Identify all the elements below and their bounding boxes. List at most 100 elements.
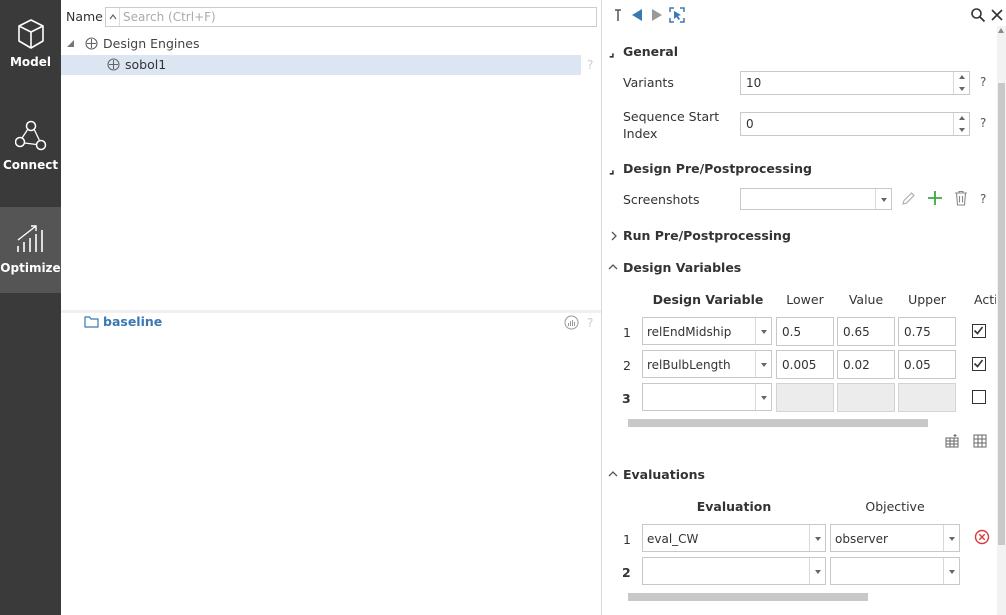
nav-optimize-label: Optimize <box>0 261 61 275</box>
eval-header-evaluation: Evaluation <box>696 499 772 514</box>
back-arrow-icon[interactable] <box>631 8 643 22</box>
nav-optimize[interactable]: Optimize <box>0 207 61 293</box>
engine-icon <box>107 58 120 71</box>
screenshots-label: Screenshots <box>623 192 700 207</box>
collapse-chevron-up-icon[interactable] <box>608 263 618 271</box>
dv-upper-input[interactable]: 0.75 <box>898 317 956 346</box>
dv-header-active: Acti <box>974 292 996 307</box>
checkmark-icon <box>973 359 984 368</box>
dv-value-input[interactable]: 0.65 <box>837 317 895 346</box>
folder-baseline-link[interactable]: baseline <box>103 314 162 329</box>
evaluation-dropdown[interactable]: eval_CW <box>642 524 826 552</box>
spinner-arrows-icon[interactable] <box>953 72 969 94</box>
objective-dropdown[interactable] <box>830 557 960 585</box>
help-icon[interactable]: ? <box>980 192 986 206</box>
remove-circle-x-icon[interactable] <box>974 529 990 545</box>
sidebar: Model Connect Optimize <box>0 0 61 615</box>
focus-select-icon[interactable] <box>669 7 685 23</box>
screenshots-dropdown[interactable] <box>740 188 892 210</box>
nav-connect[interactable]: Connect <box>0 104 61 190</box>
scroll-up-arrow-icon[interactable] <box>998 28 1004 33</box>
dv-name-value: relBulbLength <box>647 358 731 372</box>
help-icon[interactable]: ? <box>980 116 986 130</box>
evaluation-value: eval_CW <box>647 532 699 546</box>
dv-row-number: 3 <box>622 391 631 406</box>
dv-row-number: 1 <box>623 325 631 340</box>
table-columns-icon[interactable] <box>972 433 988 449</box>
variants-value: 10 <box>746 76 762 90</box>
dv-horizontal-scrollbar[interactable] <box>628 419 928 427</box>
close-icon[interactable] <box>991 9 1003 21</box>
vertical-scrollbar[interactable] <box>997 26 1006 615</box>
dv-header-design-variable: Design Variable <box>652 292 764 307</box>
dv-lower-input-disabled <box>776 383 834 412</box>
spinner-arrows-icon[interactable] <box>953 113 969 135</box>
chevron-down-icon[interactable] <box>755 384 771 410</box>
general-collapse-icon[interactable]: ⌟ <box>609 44 615 59</box>
search-input[interactable]: Search (Ctrl+F) <box>123 10 216 24</box>
expand-triangle-icon[interactable] <box>66 39 75 48</box>
dv-upper-input-disabled <box>898 383 956 412</box>
help-icon[interactable]: ? <box>587 316 593 330</box>
dv-value-input[interactable]: 0.02 <box>837 350 895 379</box>
expand-chevron-right-icon[interactable] <box>610 231 618 241</box>
search-box[interactable]: Search (Ctrl+F) <box>105 7 597 27</box>
scrollbar-thumb[interactable] <box>998 83 1005 545</box>
chevron-down-icon[interactable] <box>875 189 891 209</box>
dv-active-checkbox[interactable] <box>972 324 986 338</box>
section-run-pre-postprocessing[interactable]: Run Pre/Postprocessing <box>623 228 791 243</box>
dv-active-checkbox[interactable] <box>972 390 986 404</box>
dv-name-dropdown[interactable]: relEndMidship <box>642 317 772 345</box>
search-icon[interactable] <box>970 7 986 23</box>
nav-model-label: Model <box>9 55 52 69</box>
dv-name-dropdown[interactable]: relBulbLength <box>642 350 772 378</box>
tree-panel: Name Search (Ctrl+F) Design Engines sobo… <box>61 0 601 310</box>
sequence-start-label-line2: Index <box>623 126 658 141</box>
chevron-down-icon[interactable] <box>755 318 771 344</box>
eval-row-number: 2 <box>622 565 631 580</box>
section-general[interactable]: General <box>623 44 678 59</box>
dv-name-value: relEndMidship <box>647 325 732 339</box>
checkmark-icon <box>973 326 984 335</box>
insert-row-icon[interactable] <box>944 433 960 449</box>
add-plus-icon[interactable] <box>927 190 943 206</box>
delete-trash-icon[interactable] <box>954 190 968 206</box>
dv-upper-input[interactable]: 0.05 <box>898 350 956 379</box>
chevron-down-icon[interactable] <box>809 558 825 584</box>
dv-name-dropdown[interactable] <box>642 383 772 411</box>
chevron-down-icon[interactable] <box>809 525 825 551</box>
help-icon[interactable]: ? <box>587 58 593 72</box>
help-icon[interactable]: ? <box>980 75 986 89</box>
tree-item-sobol1-label: sobol1 <box>125 57 167 72</box>
dv-row-number: 2 <box>623 358 631 373</box>
tree-item-sobol1[interactable]: sobol1 <box>61 55 581 75</box>
eval-horizontal-scrollbar[interactable] <box>628 593 868 601</box>
dv-active-checkbox[interactable] <box>972 357 986 371</box>
variants-spinner[interactable]: 10 <box>740 71 970 95</box>
chevron-down-icon[interactable] <box>943 525 959 551</box>
cube-icon <box>17 19 44 49</box>
sort-ascending-icon[interactable] <box>106 8 120 26</box>
sequence-start-value: 0 <box>746 117 754 131</box>
results-chart-icon[interactable] <box>564 315 579 330</box>
section-design-variables[interactable]: Design Variables <box>623 260 741 275</box>
design-pre-collapse-icon[interactable]: ⌟ <box>609 161 615 176</box>
edit-pencil-icon[interactable] <box>901 191 916 206</box>
forward-arrow-icon[interactable] <box>651 8 663 22</box>
pin-icon[interactable] <box>613 8 623 24</box>
sequence-start-label-line1: Sequence Start <box>623 109 720 124</box>
section-evaluations[interactable]: Evaluations <box>623 467 705 482</box>
dv-lower-input[interactable]: 0.5 <box>776 317 834 346</box>
collapse-chevron-up-icon[interactable] <box>608 470 618 478</box>
tree-item-design-engines[interactable]: Design Engines <box>103 36 199 51</box>
section-design-pre-postprocessing[interactable]: Design Pre/Postprocessing <box>623 161 812 176</box>
chevron-down-icon[interactable] <box>943 558 959 584</box>
dv-header-lower: Lower <box>786 292 824 307</box>
evaluation-dropdown[interactable] <box>642 557 826 585</box>
lower-panel: baseline ? <box>61 313 601 615</box>
objective-dropdown[interactable]: observer <box>830 524 960 552</box>
sequence-start-spinner[interactable]: 0 <box>740 112 970 136</box>
chevron-down-icon[interactable] <box>755 351 771 377</box>
nav-model[interactable]: Model <box>0 0 61 86</box>
dv-lower-input[interactable]: 0.005 <box>776 350 834 379</box>
